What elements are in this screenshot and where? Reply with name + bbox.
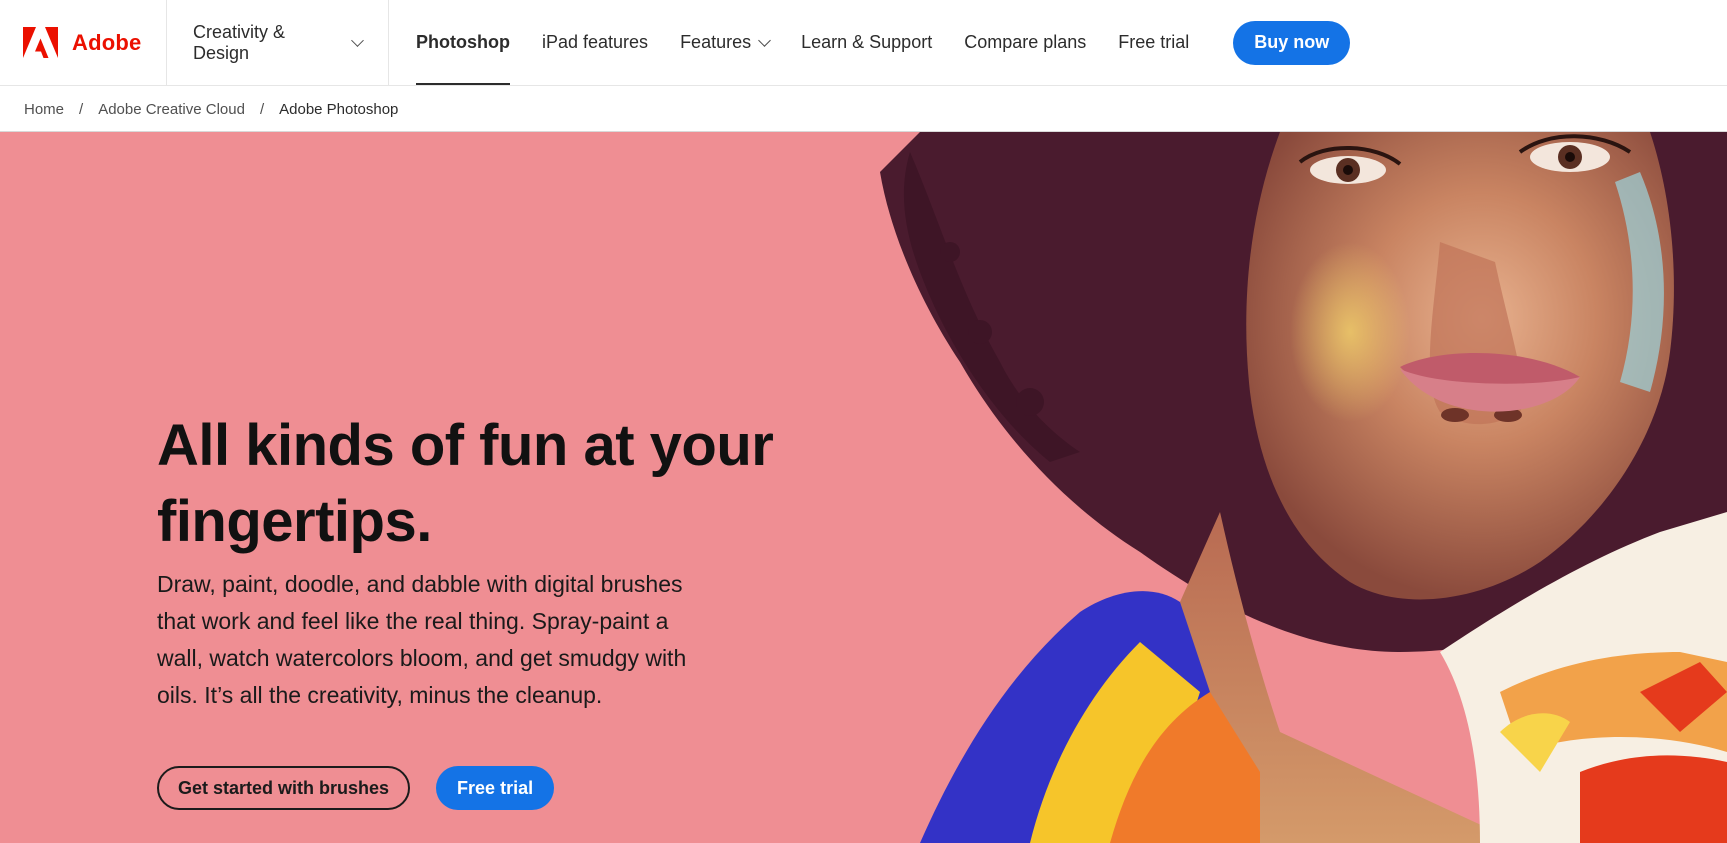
nav-link-label: Photoshop (416, 32, 510, 52)
global-navigation: Adobe Creativity & Design Photoshop iPad… (0, 0, 1727, 86)
product-nav: Photoshop iPad features Features Learn &… (389, 0, 1351, 85)
brand-name: Adobe (72, 29, 142, 55)
creativity-design-menu[interactable]: Creativity & Design (167, 0, 389, 85)
hero-headline: All kinds of fun at your fingertips. (157, 413, 774, 554)
nav-link-ipad-features[interactable]: iPad features (542, 0, 648, 85)
nav-link-photoshop[interactable]: Photoshop (416, 0, 510, 85)
nav-link-features[interactable]: Features (680, 0, 771, 85)
breadcrumb: Home / Adobe Creative Cloud / Adobe Phot… (0, 87, 1727, 132)
nav-link-free-trial[interactable]: Free trial (1118, 0, 1189, 85)
hero-cta-group: Get started with brushes Free trial (157, 766, 555, 810)
free-trial-button[interactable]: Free trial (436, 766, 555, 810)
chevron-down-icon (758, 33, 771, 47)
breadcrumb-home[interactable]: Home (24, 101, 64, 118)
hero-section: All kinds of fun at your fingertips. Dra… (0, 132, 1727, 843)
hero-description: Draw, paint, doodle, and dabble with dig… (157, 571, 687, 708)
breadcrumb-current: Adobe Photoshop (279, 100, 399, 118)
buy-now-button[interactable]: Buy now (1233, 20, 1351, 65)
breadcrumb-creative-cloud[interactable]: Adobe Creative Cloud (98, 101, 245, 118)
nav-link-label: Learn & Support (801, 32, 933, 52)
breadcrumb-separator: / (79, 100, 84, 118)
adobe-logo-icon (23, 27, 58, 58)
nav-link-compare-plans[interactable]: Compare plans (964, 0, 1086, 85)
nav-link-label: iPad features (541, 32, 649, 52)
nav-link-label: Features (680, 32, 752, 52)
nav-link-label: Compare plans (964, 32, 1087, 52)
adobe-home-link[interactable]: Adobe (0, 0, 167, 85)
nav-link-learn-support[interactable]: Learn & Support (801, 0, 932, 85)
breadcrumb-separator: / (259, 100, 265, 118)
chevron-down-icon (351, 33, 364, 47)
get-started-brushes-button[interactable]: Get started with brushes (157, 766, 411, 810)
nav-link-label: Free trial (1118, 32, 1190, 52)
creativity-design-label: Creativity & Design (193, 21, 286, 63)
hero-portrait-illustration (880, 132, 1727, 843)
